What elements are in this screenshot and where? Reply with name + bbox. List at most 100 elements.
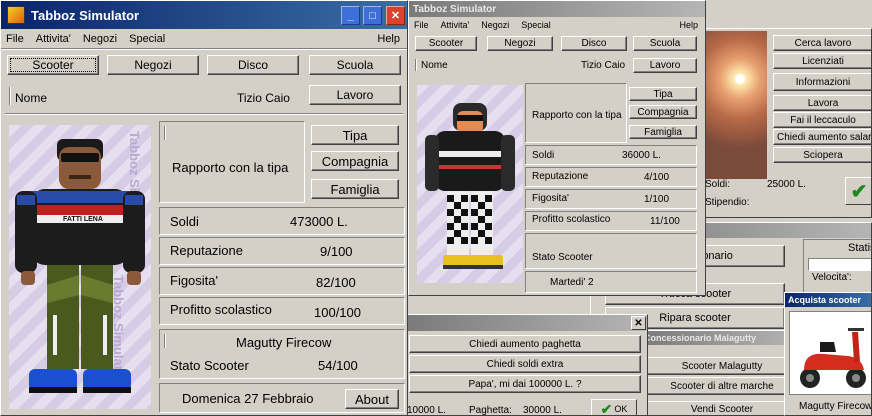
nome-value: Tizio Caio [581,60,626,71]
famiglia-window: ✕ Chiedi aumento paghetta Chiedi soldi e… [404,314,648,416]
menu-file[interactable]: File [414,20,429,30]
menu-bar: File Attivita' Negozi Special Help [1,31,407,47]
title-bar: Acquista scooter [785,293,871,307]
scooter-group: Magutty Firecow Stato Scooter 54/100 [159,329,405,379]
disco-button[interactable]: Disco [561,36,627,51]
menu-bar: File Attivita' Negozi Special Help [409,18,705,32]
tipa-button[interactable]: Tipa [629,87,697,101]
statistiche-label: Statis [848,242,871,254]
about-button[interactable]: About [345,389,399,409]
stat-row-reputazione: Reputazione 9/100 [159,237,405,265]
tipa-button[interactable]: Tipa [311,125,399,145]
stat-label: Reputazione [532,171,589,182]
scooter-picture [789,311,871,395]
stat-value: 36000 L. [622,150,661,161]
shirt-logo-text: FATTI LENA [63,216,103,223]
scooter-button[interactable]: Scooter [7,55,99,75]
negozi-button[interactable]: Negozi [487,36,553,51]
compagnia-button[interactable]: Compagnia [629,105,697,119]
stat-value: 11/100 [650,216,680,227]
menu-help[interactable]: Help [377,33,400,45]
famiglia-button[interactable]: Famiglia [311,179,399,199]
close-icon[interactable]: ✕ [386,6,405,25]
stat-value: 4/100 [644,172,670,183]
ok-button[interactable]: ✔ [845,177,871,205]
paghetta-label: Paghetta: [469,405,512,416]
soldi-label: Soldi: [705,179,731,190]
papa-100000-button[interactable]: Papa', mi dai 100000 L. ? [409,375,641,393]
scooter-button[interactable]: Scooter [415,36,477,51]
stat-label: Soldi [170,214,199,229]
menu-special[interactable]: Special [521,20,551,30]
menu-help[interactable]: Help [679,20,698,30]
acquista-scooter-window: Acquista scooter Magutty Firecow [784,292,872,416]
lavora-button[interactable]: Lavora [773,95,871,111]
compagnia-button[interactable]: Compagnia [311,151,399,171]
red-scooter-icon [800,328,866,388]
rapporto-group: Rapporto con la tipa [525,83,627,143]
chiedi-soldi-extra-button[interactable]: Chiedi soldi extra [409,355,641,373]
tabboz-avatar: Tabboz Simulator Tabboz Simulator FATTI … [9,125,151,409]
chiedi-aumento-salario-button[interactable]: Chiedi aumento salar [773,129,871,145]
divider [164,126,166,140]
stato-scooter-label: Stato Scooter [170,358,249,373]
stat-label: Figosita' [532,193,569,204]
divider [1,48,407,50]
menu-negozi[interactable]: Negozi [83,33,117,45]
ok-button[interactable]: ✔ OK [591,399,637,416]
sciopera-button[interactable]: Sciopera [773,147,871,163]
scooter-caption: Magutty Firecow [799,401,872,412]
divider [9,87,11,105]
concessionario-window: Concessionario Malagutty Scooter Malagut… [640,330,800,416]
title-bar: Concessionario Malagutty [641,331,799,345]
lavoro-window: Cerca lavoro Licenziati Informazioni Lav… [700,28,872,218]
city-sunset-image [705,31,767,179]
stat-label: Reputazione [170,243,243,258]
informazioni-button[interactable]: Informazioni [773,73,871,91]
stat-row-soldi: Soldi 473000 L. [159,207,405,235]
negozi-button[interactable]: Negozi [107,55,199,75]
tabboz-avatar [417,85,523,283]
date-label: Domenica 27 Febbraio [182,391,314,406]
menu-attivita[interactable]: Attivita' [441,20,470,30]
minimize-icon[interactable]: _ [341,6,360,25]
nome-label: Nome [15,91,48,105]
menu-attivita[interactable]: Attivita' [36,33,71,45]
menu-negozi[interactable]: Negozi [481,20,509,30]
title-bar [405,315,647,331]
stato-scooter-label: Stato Scooter [532,252,593,263]
chiedi-aumento-paghetta-button[interactable]: Chiedi aumento paghetta [409,335,641,353]
stat-value: 473000 L. [290,214,348,229]
famiglia-button[interactable]: Famiglia [629,125,697,139]
tabboz-figure-icon [15,139,145,393]
window-title: Tabboz Simulator [413,3,497,15]
ok-label: OK [614,404,628,414]
menu-file[interactable]: File [6,33,24,45]
tabboz-window-main: Tabboz Simulator _ □ ✕ File Attivita' Ne… [0,0,408,416]
divider [415,59,417,71]
date-group: Martedi' 2 [525,271,697,293]
stat-row-reputazione: Reputazione 4/100 [525,167,697,187]
lavoro-button[interactable]: Lavoro [633,58,697,73]
stat-field [808,258,871,271]
scuola-button[interactable]: Scuola [633,36,697,51]
divider [164,334,166,348]
nome-value: Tizio Caio [237,91,290,105]
stato-scooter-group: Stato Scooter [525,233,697,269]
checkmark-icon: ✔ [600,400,613,416]
disco-button[interactable]: Disco [207,55,299,75]
close-icon[interactable]: ✕ [631,316,646,330]
cerca-lavoro-button[interactable]: Cerca lavoro [773,35,871,51]
lavoro-button[interactable]: Lavoro [309,85,401,105]
stat-value: 1/100 [644,194,670,205]
vendi-scooter-button[interactable]: Vendi Scooter [647,401,797,415]
rapporto-label: Rapporto con la tipa [532,110,622,121]
scooter-altre-marche-button[interactable]: Scooter di altre marche [647,377,797,395]
menu-special[interactable]: Special [129,33,165,45]
maximize-icon[interactable]: □ [363,6,382,25]
fai-leccaculo-button[interactable]: Fai il leccaculo [773,112,871,128]
licenziati-button[interactable]: Licenziati [773,53,871,69]
scuola-button[interactable]: Scuola [309,55,401,75]
scooter-name: Magutty Firecow [236,335,332,350]
scooter-malagutty-button[interactable]: Scooter Malagutty [647,357,797,375]
